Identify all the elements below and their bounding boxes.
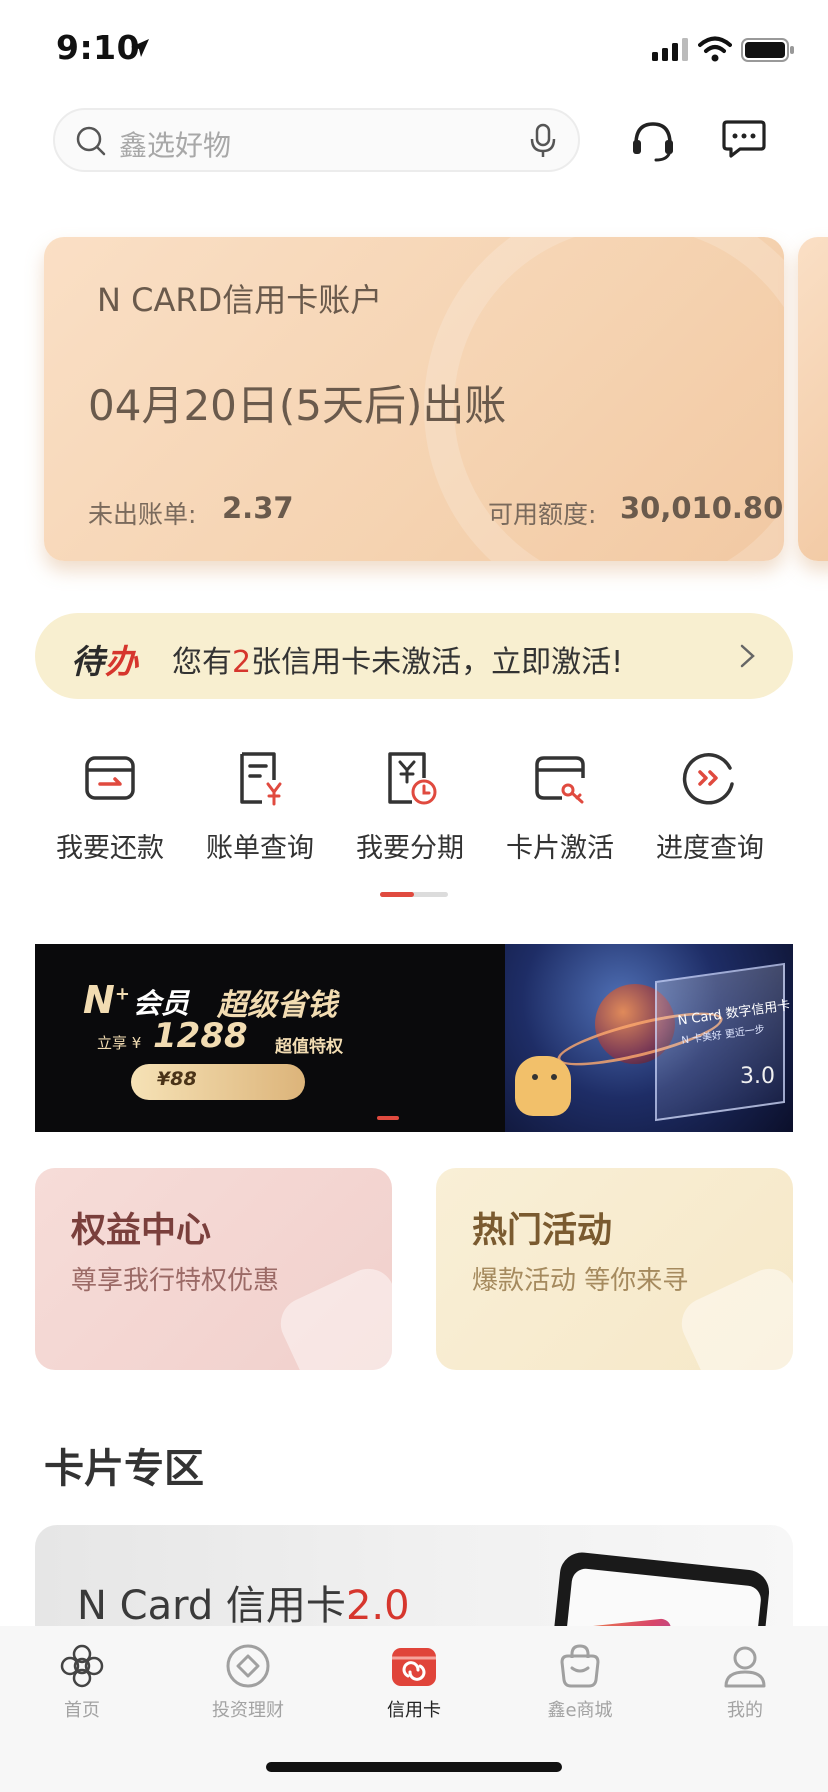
promo-price: ¥88 xyxy=(157,1068,197,1090)
quick-action-bill-query[interactable]: 账单查询 xyxy=(185,750,335,870)
promo-amount: 1288 xyxy=(153,1016,248,1056)
rights-center-title: 权益中心 xyxy=(71,1211,212,1251)
unbilled-amount: 2.37 xyxy=(222,491,294,525)
message-icon[interactable] xyxy=(722,116,766,160)
tab-label: 我的 xyxy=(727,1700,763,1721)
member-promo-banner[interactable]: N Card 数字信用卡 N 卡美好 更近一步 3.0 N+ 会员 超级省钱 立… xyxy=(35,944,793,1132)
ncard-promo-version: 2.0 xyxy=(345,1583,410,1629)
tab-label: 鑫e商城 xyxy=(547,1700,613,1721)
tab-label: 投资理财 xyxy=(212,1700,284,1721)
flame-decoration-icon xyxy=(673,1260,793,1370)
todo-text-before: 您有 xyxy=(172,645,232,680)
todo-tag: 待办 xyxy=(71,635,139,683)
search-placeholder: 鑫选好物 xyxy=(119,129,232,162)
shop-bag-icon xyxy=(560,1644,600,1688)
wifi-icon xyxy=(698,36,732,62)
tab-invest[interactable]: 投资理财 xyxy=(188,1642,308,1722)
promo-logo-plus: + xyxy=(114,983,130,1005)
cellular-signal-icon xyxy=(652,38,688,61)
search-input[interactable]: 鑫选好物 xyxy=(53,108,580,172)
tab-label: 信用卡 xyxy=(387,1700,441,1721)
available-credit-label: 可用额度: xyxy=(488,500,597,529)
banner-card-version: 3.0 xyxy=(740,1064,775,1089)
pager-active xyxy=(380,892,414,897)
tab-credit-card[interactable]: 信用卡 xyxy=(354,1642,474,1722)
rights-center-tile[interactable]: 权益中心 尊享我行特权优惠 xyxy=(35,1168,392,1370)
quick-action-label: 我要分期 xyxy=(356,833,464,864)
customer-service-icon[interactable] xyxy=(630,118,676,164)
tag-decoration-icon xyxy=(272,1260,392,1370)
quick-action-card-activate[interactable]: 卡片激活 xyxy=(485,750,635,870)
card-zone-title: 卡片专区 xyxy=(44,1446,204,1492)
bill-query-icon xyxy=(240,752,282,806)
status-bar: 9:10 xyxy=(0,0,828,100)
ncard-promo-title: N Card 信用卡2.0 xyxy=(77,1573,410,1631)
profile-icon xyxy=(724,1646,766,1688)
todo-tag-part1: 待 xyxy=(71,642,105,681)
promo-super-text: 超值特权 xyxy=(275,1037,343,1057)
credit-account-card[interactable]: N CARD信用卡账户 04月20日(5天后)出账 未出账单: 2.37 可用额… xyxy=(44,237,784,561)
todo-message: 您有2张信用卡未激活，立即激活! xyxy=(172,637,623,681)
promo-logo-letter: N xyxy=(83,978,115,1022)
home-indicator xyxy=(266,1762,562,1772)
tab-profile[interactable]: 我的 xyxy=(685,1642,805,1722)
todo-tag-part2: 办 xyxy=(105,642,139,681)
quick-action-repay[interactable]: 我要还款 xyxy=(35,750,185,870)
quick-action-label: 进度查询 xyxy=(656,833,764,864)
promo-enjoy-text: 立享 ¥ xyxy=(97,1034,142,1052)
battery-icon xyxy=(741,38,794,62)
search-icon xyxy=(76,126,106,156)
rights-center-desc: 尊享我行特权优惠 xyxy=(71,1266,280,1296)
card-activate-icon xyxy=(535,756,585,804)
tab-label: 首页 xyxy=(64,1700,100,1721)
todo-activation-banner[interactable]: 待办 您有2张信用卡未激活，立即激活! xyxy=(35,613,793,699)
tab-shop[interactable]: 鑫e商城 xyxy=(520,1642,640,1722)
card-account-title: N CARD信用卡账户 xyxy=(97,281,383,319)
quick-actions-pager xyxy=(380,892,448,897)
location-arrow-icon xyxy=(131,39,149,57)
ncard-promo-name: N Card 信用卡 xyxy=(77,1583,346,1629)
quick-actions: 我要还款 账单查询 我要分期 卡片激活 进度查询 xyxy=(35,750,793,870)
billing-date: 04月20日(5天后)出账 xyxy=(88,381,507,430)
next-card-peek[interactable] xyxy=(798,237,828,561)
available-credit-amount: 30,010.80 xyxy=(620,491,784,525)
installment-icon xyxy=(388,752,437,805)
repay-icon xyxy=(85,756,135,800)
home-flower-icon xyxy=(60,1644,104,1688)
n-plus-logo: N+ xyxy=(83,978,130,1022)
digital-card-panel xyxy=(655,962,785,1122)
mascot-eye xyxy=(551,1074,557,1080)
quick-action-label: 卡片激活 xyxy=(506,833,614,864)
todo-text-after: 张信用卡未激活，立即激活! xyxy=(251,645,624,680)
mascot-eye xyxy=(532,1074,538,1080)
progress-query-icon xyxy=(682,753,734,805)
quick-action-label: 账单查询 xyxy=(206,833,314,864)
quick-action-progress-query[interactable]: 进度查询 xyxy=(635,750,785,870)
tab-home[interactable]: 首页 xyxy=(22,1642,142,1722)
unbilled-label: 未出账单: xyxy=(88,500,197,529)
hot-activities-desc: 爆款活动 等你来寻 xyxy=(472,1266,689,1296)
todo-count: 2 xyxy=(232,645,252,680)
quick-action-label: 我要还款 xyxy=(56,833,164,864)
quick-action-installment[interactable]: 我要分期 xyxy=(335,750,485,870)
credit-card-icon xyxy=(392,1648,436,1686)
invest-icon xyxy=(226,1644,270,1688)
chevron-right-icon xyxy=(740,644,755,668)
mascot-graphic xyxy=(515,1056,571,1116)
microphone-icon[interactable] xyxy=(528,123,558,159)
hot-activities-tile[interactable]: 热门活动 爆款活动 等你来寻 xyxy=(436,1168,793,1370)
banner-pager-dot xyxy=(377,1116,399,1120)
hot-activities-title: 热门活动 xyxy=(472,1211,613,1251)
